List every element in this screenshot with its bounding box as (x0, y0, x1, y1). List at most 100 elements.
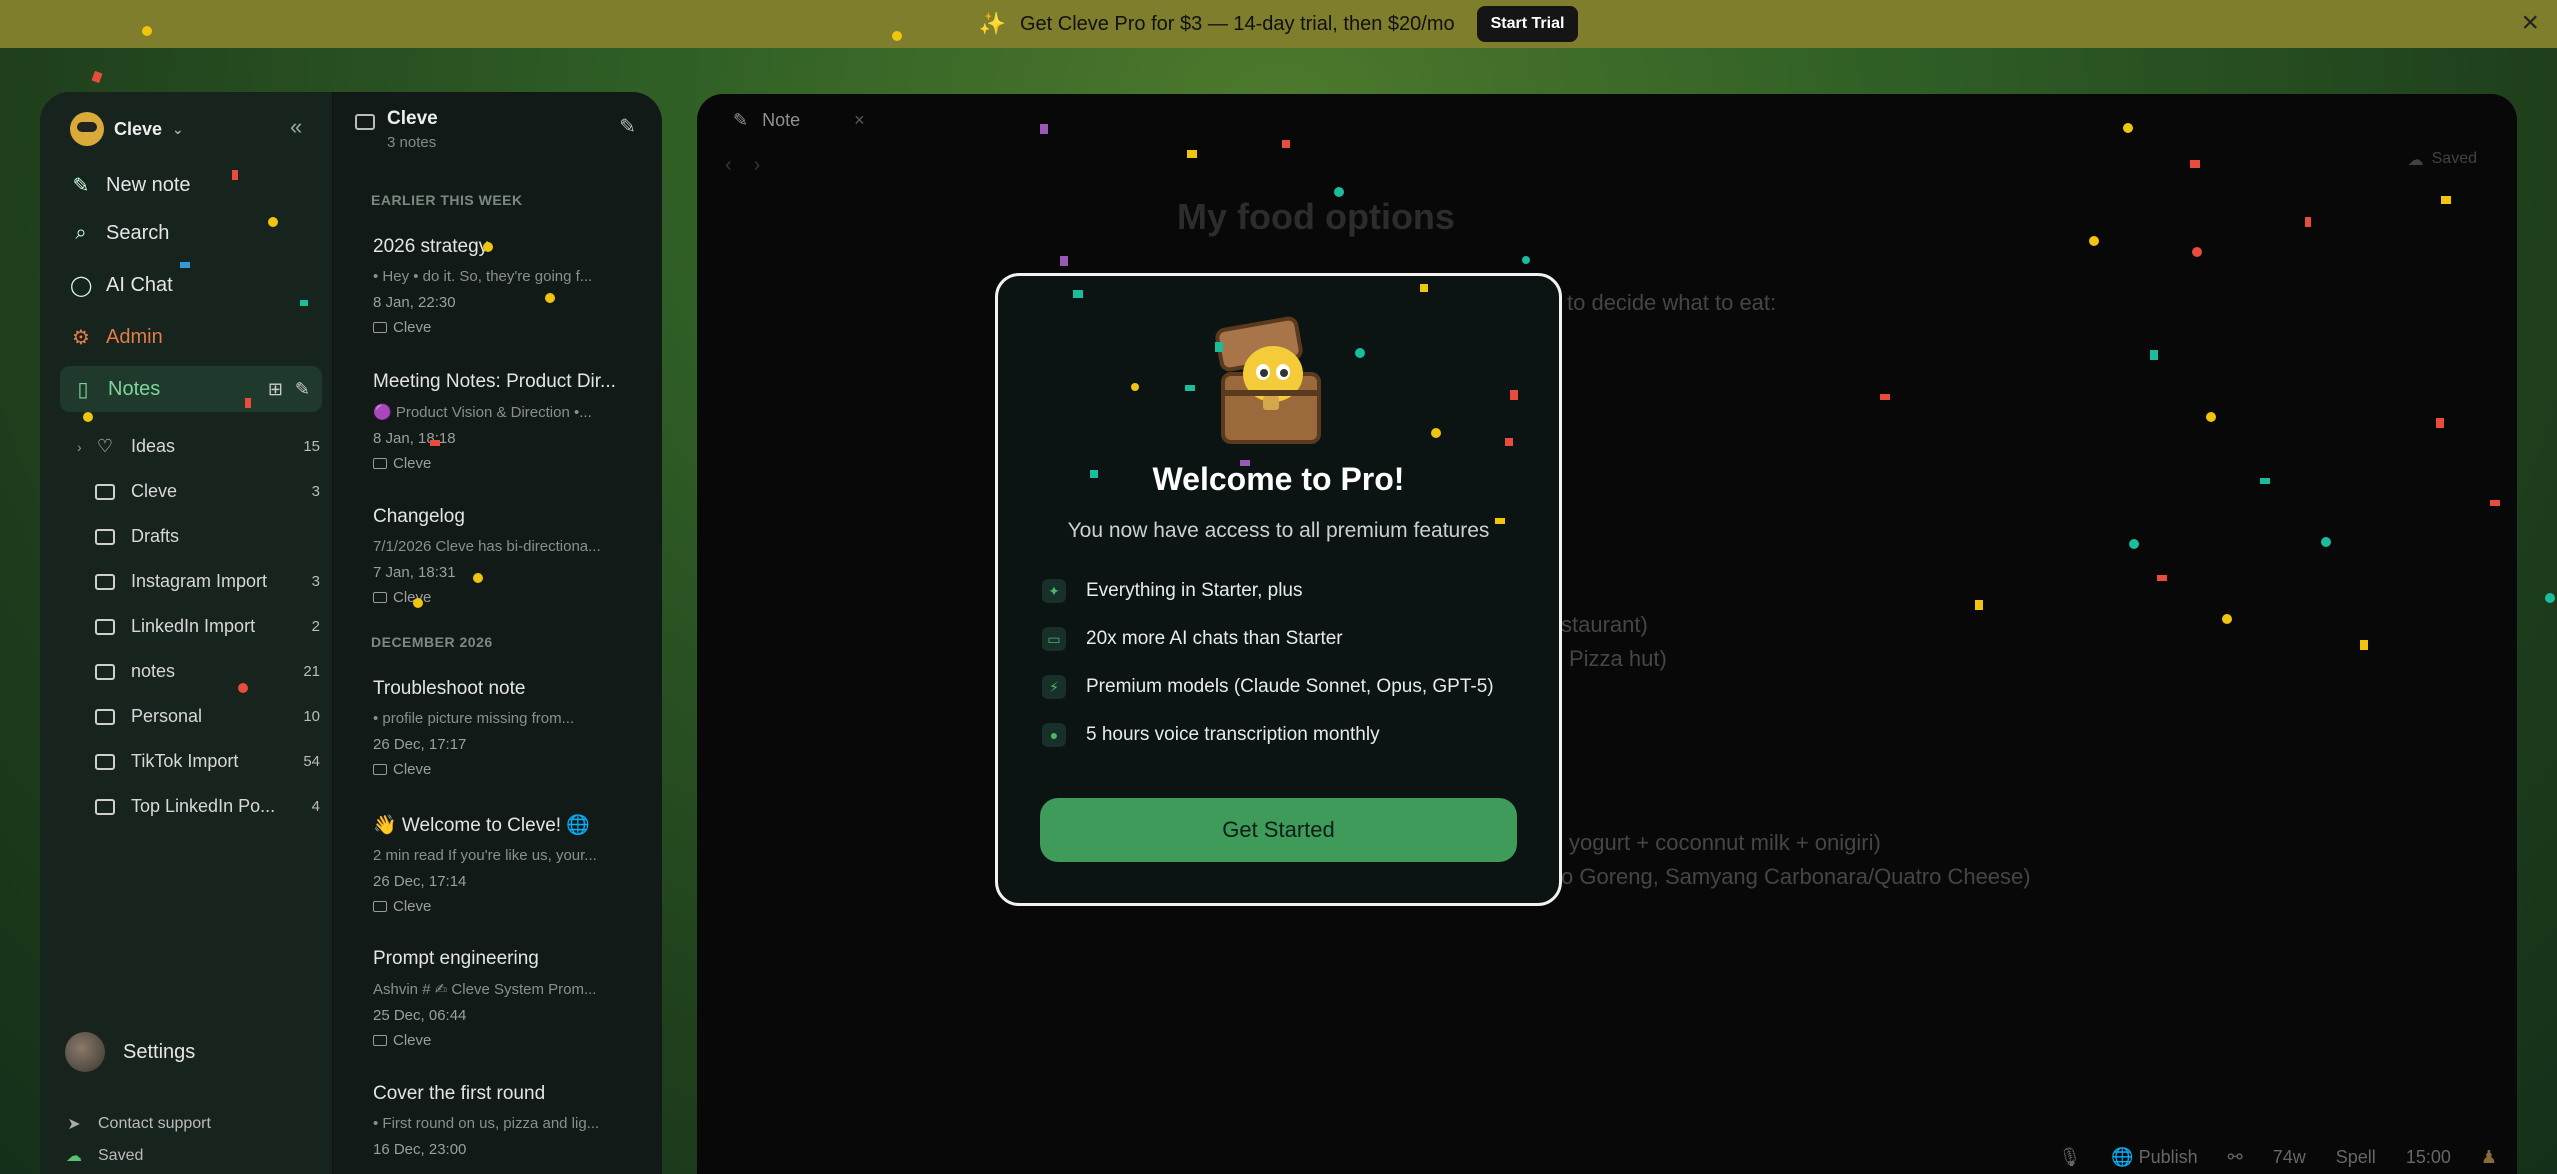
new-folder-icon[interactable]: ⊞ (268, 379, 283, 400)
notes-panel-header: Cleve 3 notes (355, 108, 438, 151)
note-title: Cover the first round (373, 1083, 546, 1104)
ai-chat-button[interactable]: ◯ AI Chat (70, 270, 320, 300)
feature-label: 20x more AI chats than Starter (1086, 628, 1343, 649)
search-icon: ⌕ (75, 221, 87, 244)
folder-icon (373, 764, 387, 775)
editor-status-bar: 🎙 🌐 Publish ⚯ 74w Spell 15:00 ♟ (2058, 1147, 2497, 1168)
folder-item-notes[interactable]: notes 21 (95, 661, 320, 682)
contact-label: Contact support (98, 1115, 211, 1132)
link-icon[interactable]: ⚯ (2228, 1147, 2243, 1168)
note-date: 8 Jan, 22:30 (373, 294, 456, 311)
workspace-switcher[interactable]: Cleve ⌄ (70, 112, 184, 146)
folder-icon (95, 753, 115, 770)
start-trial-button[interactable]: Start Trial (1476, 6, 1579, 42)
folder-item-ideas[interactable]: › ♡ Ideas 15 (77, 436, 320, 457)
chat-bubble-icon: ◯ (70, 274, 93, 297)
note-folder: Cleve (373, 1032, 635, 1049)
sliders-icon: ⚙ (72, 326, 90, 349)
chevron-right-icon[interactable]: › (77, 439, 82, 455)
folder-count: 3 (311, 483, 320, 500)
list-item[interactable]: Meeting Notes: Product Dir... 🟣 Product … (373, 371, 635, 472)
folder-item-personal[interactable]: Personal 10 (95, 706, 320, 727)
feature-item: ⚡ Premium models (Claude Sonnet, Opus, G… (1042, 675, 1494, 699)
send-icon: ➤ (67, 1116, 81, 1133)
time-label: 15:00 (2405, 1147, 2451, 1167)
modal-overlay[interactable] (697, 94, 2517, 1174)
microphone-icon: ● (1042, 723, 1066, 747)
lightbulb-icon: ♡ (96, 436, 114, 456)
note-folder: Cleve (373, 455, 635, 472)
admin-label: Admin (106, 325, 163, 348)
settings-button[interactable]: Settings (65, 1032, 195, 1072)
note-preview: • Hey • do it. So, they're going f... (373, 268, 593, 285)
new-note-label: New note (106, 173, 191, 196)
list-item[interactable]: Troubleshoot note • profile picture miss… (373, 678, 635, 778)
microphone-icon[interactable]: 🎙 (2058, 1147, 2081, 1168)
feature-label: Premium models (Claude Sonnet, Opus, GPT… (1086, 676, 1494, 697)
note-folder-label: Cleve (393, 761, 432, 778)
note-title: 2026 strategy (373, 236, 489, 257)
promo-banner: ✨ Get Cleve Pro for $3 — 14-day trial, t… (0, 0, 2557, 48)
folder-icon (95, 663, 115, 680)
list-item[interactable]: Prompt engineering Ashvin # ✍ Cleve Syst… (373, 948, 635, 1049)
cleve-logo-icon (70, 112, 104, 146)
publish-button[interactable]: 🌐 Publish (2111, 1147, 2197, 1168)
folder-count: 4 (311, 798, 320, 815)
note-folder: Cleve (373, 319, 635, 336)
list-item[interactable]: Cover the first round • First round on u… (373, 1083, 635, 1158)
lightning-icon: ⚡ (1042, 675, 1066, 699)
folder-item-tiktok-import[interactable]: TikTok Import 54 (95, 751, 320, 772)
note-folder-label: Cleve (393, 1032, 432, 1049)
notebook-icon: ▯ (77, 378, 89, 401)
list-item[interactable]: Changelog 7/1/2026 Cleve has bi-directio… (373, 506, 635, 606)
note-preview: 2 min read If you're like us, your... (373, 847, 597, 864)
note-title: Prompt engineering (373, 948, 539, 969)
folder-open-icon (355, 114, 375, 130)
folder-count: 15 (303, 438, 320, 455)
publish-label: Publish (2138, 1147, 2198, 1167)
note-folder: Cleve (373, 589, 635, 606)
folder-item-instagram-import[interactable]: Instagram Import 3 (95, 571, 320, 592)
settings-label: Settings (123, 1040, 196, 1063)
folder-item-drafts[interactable]: Drafts (95, 526, 320, 547)
edit-icon[interactable]: ✎ (295, 379, 310, 400)
folder-icon (373, 1035, 387, 1046)
folder-icon (95, 708, 115, 725)
get-started-button[interactable]: Get Started (1040, 798, 1517, 862)
note-title: Troubleshoot note (373, 678, 526, 699)
collapse-sidebar-icon[interactable]: « (290, 114, 302, 140)
sync-status: ☁ Saved (64, 1146, 143, 1166)
globe-icon: 🌐 (2111, 1147, 2134, 1167)
section-header: EARLIER THIS WEEK (371, 192, 523, 208)
note-folder-label: Cleve (393, 589, 432, 606)
contact-support-link[interactable]: ➤ Contact support (64, 1114, 211, 1134)
note-folder-label: Cleve (393, 898, 432, 915)
list-item[interactable]: 2026 strategy • Hey • do it. So, they're… (373, 236, 635, 336)
folder-item-cleve[interactable]: Cleve 3 (95, 481, 320, 502)
compose-icon[interactable]: ✎ (619, 114, 636, 139)
folder-icon (95, 483, 115, 500)
note-title: Changelog (373, 506, 465, 527)
search-button[interactable]: ⌕ Search (70, 218, 320, 248)
folder-item-top-linkedin[interactable]: Top LinkedIn Po... 4 (95, 796, 320, 817)
folder-icon (95, 798, 115, 815)
modal-title: Welcome to Pro! (1152, 461, 1405, 497)
notes-list-panel: Cleve 3 notes ✎ EARLIER THIS WEEK 2026 s… (332, 92, 662, 1174)
note-date: 26 Dec, 17:17 (373, 736, 467, 753)
new-note-button[interactable]: ✎ New note (70, 170, 320, 200)
spell-toggle[interactable]: Spell (2336, 1147, 2376, 1168)
notes-label: Notes (108, 377, 161, 400)
close-icon[interactable]: × (2521, 6, 2539, 40)
note-folder-label: Cleve (393, 319, 432, 336)
notes-nav-item[interactable]: ▯ Notes ⊞ ✎ (60, 366, 322, 412)
list-item[interactable]: 👋 Welcome to Cleve! 🌐 2 min read If you'… (373, 813, 635, 915)
folder-name: Ideas (131, 436, 176, 456)
folder-name: Cleve (131, 481, 178, 501)
folder-icon (95, 618, 115, 635)
workspace-name: Cleve (114, 118, 163, 139)
folder-count: 2 (311, 618, 320, 635)
note-date: 7 Jan, 18:31 (373, 564, 456, 581)
saved-label: Saved (98, 1147, 144, 1164)
admin-button[interactable]: ⚙ Admin (70, 322, 320, 352)
folder-item-linkedin-import[interactable]: LinkedIn Import 2 (95, 616, 320, 637)
